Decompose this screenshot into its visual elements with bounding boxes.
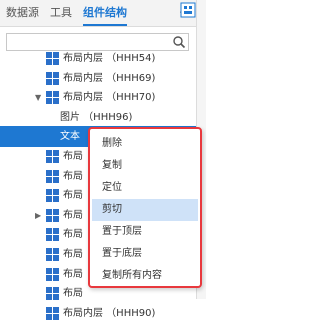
tree-row-label: 布局: [63, 151, 83, 162]
menu-item-send-to-back[interactable]: 置于底层: [92, 243, 198, 265]
tree-row-label: 布局: [63, 170, 83, 182]
layout-grid-icon: [46, 52, 59, 65]
tree-row-label: 布局内层 （HHH90): [63, 307, 156, 319]
layout-grid-icon: [46, 71, 59, 85]
menu-item-copy[interactable]: 复制: [92, 155, 198, 177]
menu-item-cut[interactable]: 剪切: [92, 199, 198, 221]
layout-grid-icon: [46, 150, 59, 163]
tree-row[interactable]: ▼ 布局内层 （HHH70): [0, 87, 196, 108]
tree-row-label: 布局内层 （HHH69): [63, 72, 156, 84]
expand-caret-icon[interactable]: ▼: [35, 87, 41, 108]
tree-row[interactable]: 布局内层 （HHH90): [0, 303, 196, 324]
layout-grid-icon: [46, 306, 59, 320]
layout-grid-icon: [46, 248, 59, 261]
tree-row-label: 布局: [63, 190, 83, 202]
layout-grid-icon: [46, 208, 59, 222]
layout-grid-icon: [46, 91, 59, 105]
collapse-caret-icon[interactable]: ▶: [35, 205, 41, 226]
menu-item-copy-all[interactable]: 复制所有内容: [92, 265, 198, 287]
tree-row-label: 布局: [63, 229, 83, 241]
tab-datasource[interactable]: 数据源: [6, 0, 39, 26]
tree-row-label: 布局: [63, 268, 83, 280]
menu-item-bring-to-front[interactable]: 置于顶层: [92, 221, 198, 243]
tree-row-label: 布局内层 （HHH54): [63, 53, 156, 64]
layout-grid-icon: [46, 228, 59, 242]
panel-settings-icon[interactable]: [180, 2, 196, 18]
tree-row-label: 布局: [63, 249, 83, 260]
tree-row[interactable]: 布局内层 （HHH54): [0, 48, 196, 69]
layout-grid-icon: [46, 287, 59, 301]
tree-row-label: 布局内层 （HHH70): [63, 92, 156, 104]
context-menu: 删除 复制 定位 剪切 置于顶层 置于底层 复制所有内容: [88, 127, 202, 288]
layout-grid-icon: [46, 169, 59, 183]
tree-row-label: 布局: [63, 288, 83, 300]
menu-item-locate[interactable]: 定位: [92, 177, 198, 199]
tree-row[interactable]: 布局内层 （HHH69): [0, 68, 196, 89]
tree-row-label: 图片 （HHH96): [60, 111, 133, 123]
tab-component-structure[interactable]: 组件结构: [83, 0, 127, 26]
tree-row-label: 文本: [60, 131, 80, 143]
layout-grid-icon: [46, 189, 59, 203]
tree-row[interactable]: 图片 （HHH96): [0, 107, 196, 128]
search-icon[interactable]: [172, 35, 186, 49]
tab-tools[interactable]: 工具: [50, 0, 72, 26]
layout-grid-icon: [46, 267, 59, 281]
tree-row-label: 布局: [63, 209, 83, 221]
menu-item-delete[interactable]: 删除: [92, 133, 198, 155]
panel-tab-bar: 数据源 工具 组件结构 «: [0, 0, 206, 27]
